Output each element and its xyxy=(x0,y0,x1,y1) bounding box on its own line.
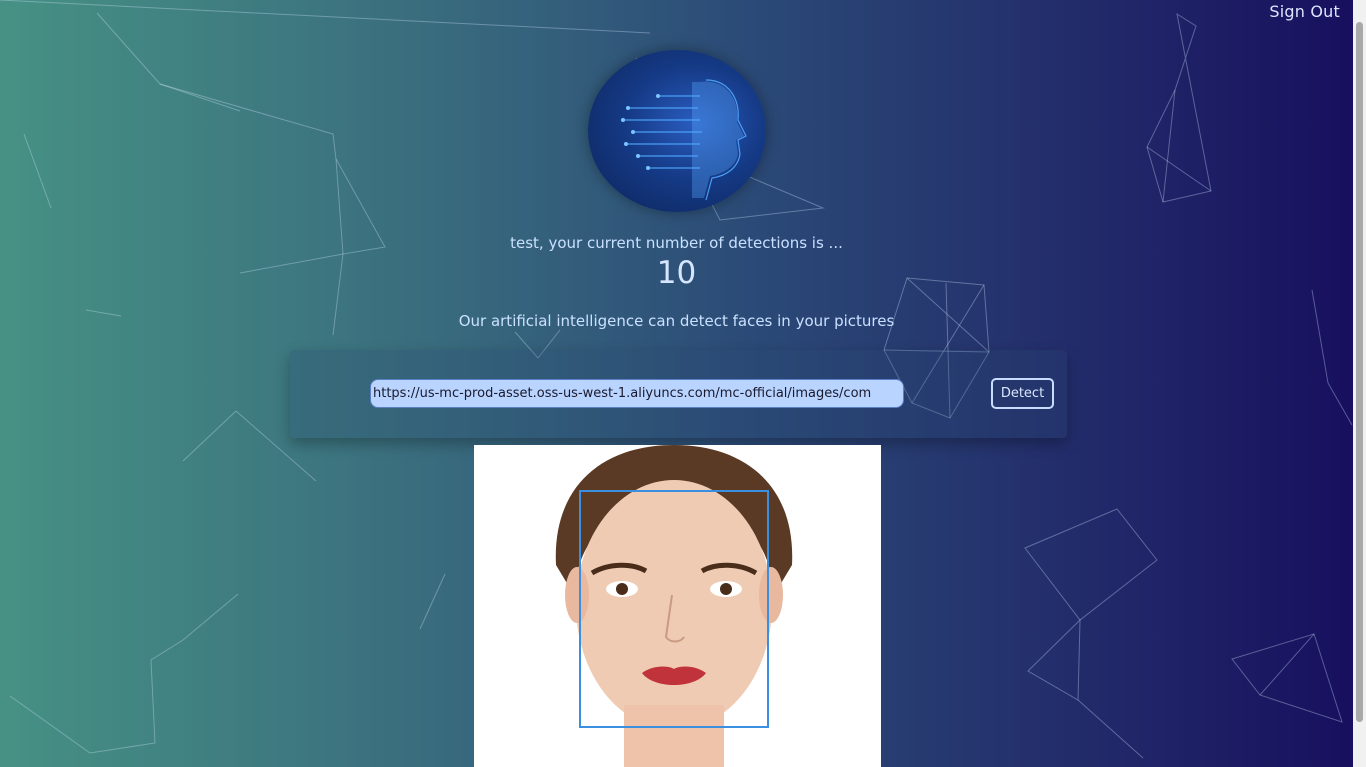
page-scrollbar[interactable] xyxy=(1353,0,1366,767)
ai-head-logo-icon xyxy=(588,50,766,212)
circuit-head-icon xyxy=(621,79,747,201)
image-url-input[interactable] xyxy=(370,379,904,408)
detection-greeting: test, your current number of detections … xyxy=(510,234,843,252)
face-bounding-box xyxy=(579,490,769,728)
scrollbar-thumb[interactable] xyxy=(1356,22,1363,722)
detection-result-image xyxy=(474,445,881,767)
detection-count: 10 xyxy=(656,255,697,291)
tagline: Our artificial intelligence can detect f… xyxy=(458,312,895,330)
detect-button[interactable]: Detect xyxy=(991,378,1054,409)
sign-out-link[interactable]: Sign Out xyxy=(1269,2,1340,21)
url-form-panel: Detect xyxy=(290,350,1067,438)
